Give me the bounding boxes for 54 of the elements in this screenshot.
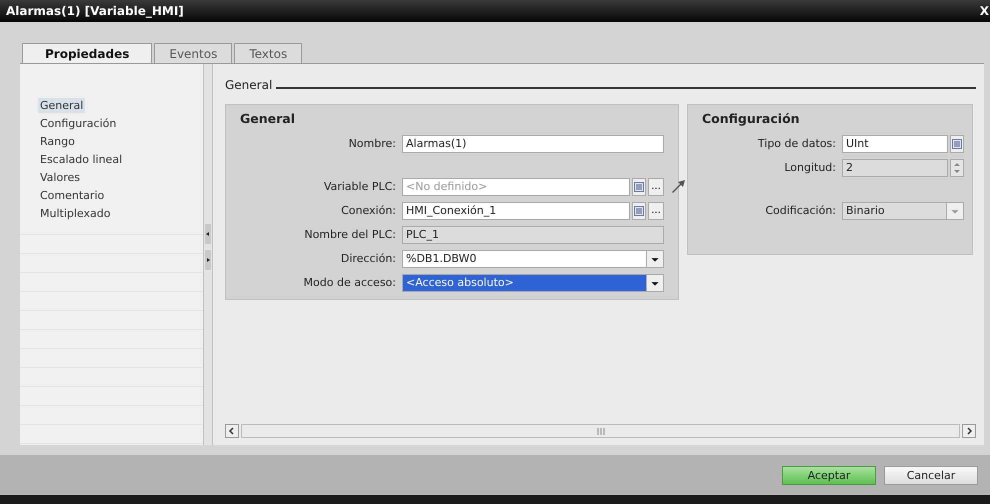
list-icon — [952, 138, 962, 148]
group-title: General — [240, 111, 296, 126]
dropdown[interactable]: <Acceso absoluto> — [402, 274, 664, 292]
text-field[interactable]: PLC_1 — [402, 226, 664, 244]
list-button[interactable] — [632, 202, 646, 220]
dropdown[interactable]: %DB1.DBW0 — [402, 250, 664, 268]
navigation-item[interactable]: Valores — [38, 170, 82, 184]
scroll-left-icon[interactable] — [225, 424, 239, 438]
caret-icon — [646, 274, 663, 290]
window-title: Alarmas(1) [Variable_HMI] — [6, 4, 184, 18]
section-heading: General — [225, 78, 272, 92]
list-icon — [634, 182, 644, 192]
list-icon — [634, 206, 644, 216]
field-label: Tipo de datos: — [756, 137, 836, 150]
field-label: Dirección: — [340, 252, 396, 265]
field-label: Conexión: — [340, 204, 396, 217]
browse-button[interactable]: ... — [648, 202, 664, 220]
tab[interactable]: Eventos — [154, 43, 232, 64]
accept-button[interactable]: Aceptar — [782, 466, 876, 484]
scrollbar-thumb[interactable] — [241, 424, 960, 438]
cancel-button[interactable]: Cancelar — [884, 466, 978, 484]
list-button[interactable] — [632, 178, 646, 196]
text-field[interactable]: HMI_Conexión_1 — [402, 202, 630, 220]
navigation-item[interactable]: General — [38, 98, 86, 112]
field-label: Nombre del PLC: — [303, 228, 396, 241]
collapse-left-icon[interactable] — [205, 224, 211, 244]
horizontal-scrollbar[interactable] — [225, 423, 976, 439]
spinner-icon[interactable] — [950, 158, 964, 176]
field-label: Variable PLC: — [322, 180, 396, 193]
text-field[interactable]: <No definido> — [402, 178, 630, 196]
scroll-right-icon[interactable] — [962, 424, 976, 438]
field-label: Longitud: — [783, 161, 836, 174]
tab[interactable]: Textos — [234, 43, 302, 64]
list-button[interactable] — [950, 134, 964, 152]
field-label: Nombre: — [348, 137, 396, 150]
navigation-item[interactable]: Comentario — [38, 188, 106, 202]
close-button[interactable]: X — [980, 4, 990, 18]
number-field[interactable]: 2 — [842, 158, 948, 176]
field-label: Codificación: — [764, 204, 836, 217]
navigation-item[interactable]: Escalado lineal — [38, 152, 124, 166]
navigation-item[interactable]: Rango — [38, 134, 77, 148]
expand-right-icon[interactable] — [205, 250, 211, 270]
grip-icon — [596, 428, 604, 434]
tab[interactable]: Propiedades — [22, 43, 152, 64]
caret-icon — [946, 202, 963, 218]
group-title: Configuración — [702, 111, 801, 126]
text-field[interactable]: UInt — [842, 134, 948, 152]
arrow-icon[interactable] — [670, 178, 686, 194]
navigation-item[interactable]: Configuración — [38, 116, 118, 130]
text-field[interactable]: Alarmas(1) — [402, 134, 664, 152]
browse-button[interactable]: ... — [648, 178, 664, 196]
navigation-item[interactable]: Multiplexado — [38, 206, 112, 220]
field-label: Modo de acceso: — [302, 276, 396, 289]
caret-icon — [646, 250, 663, 266]
